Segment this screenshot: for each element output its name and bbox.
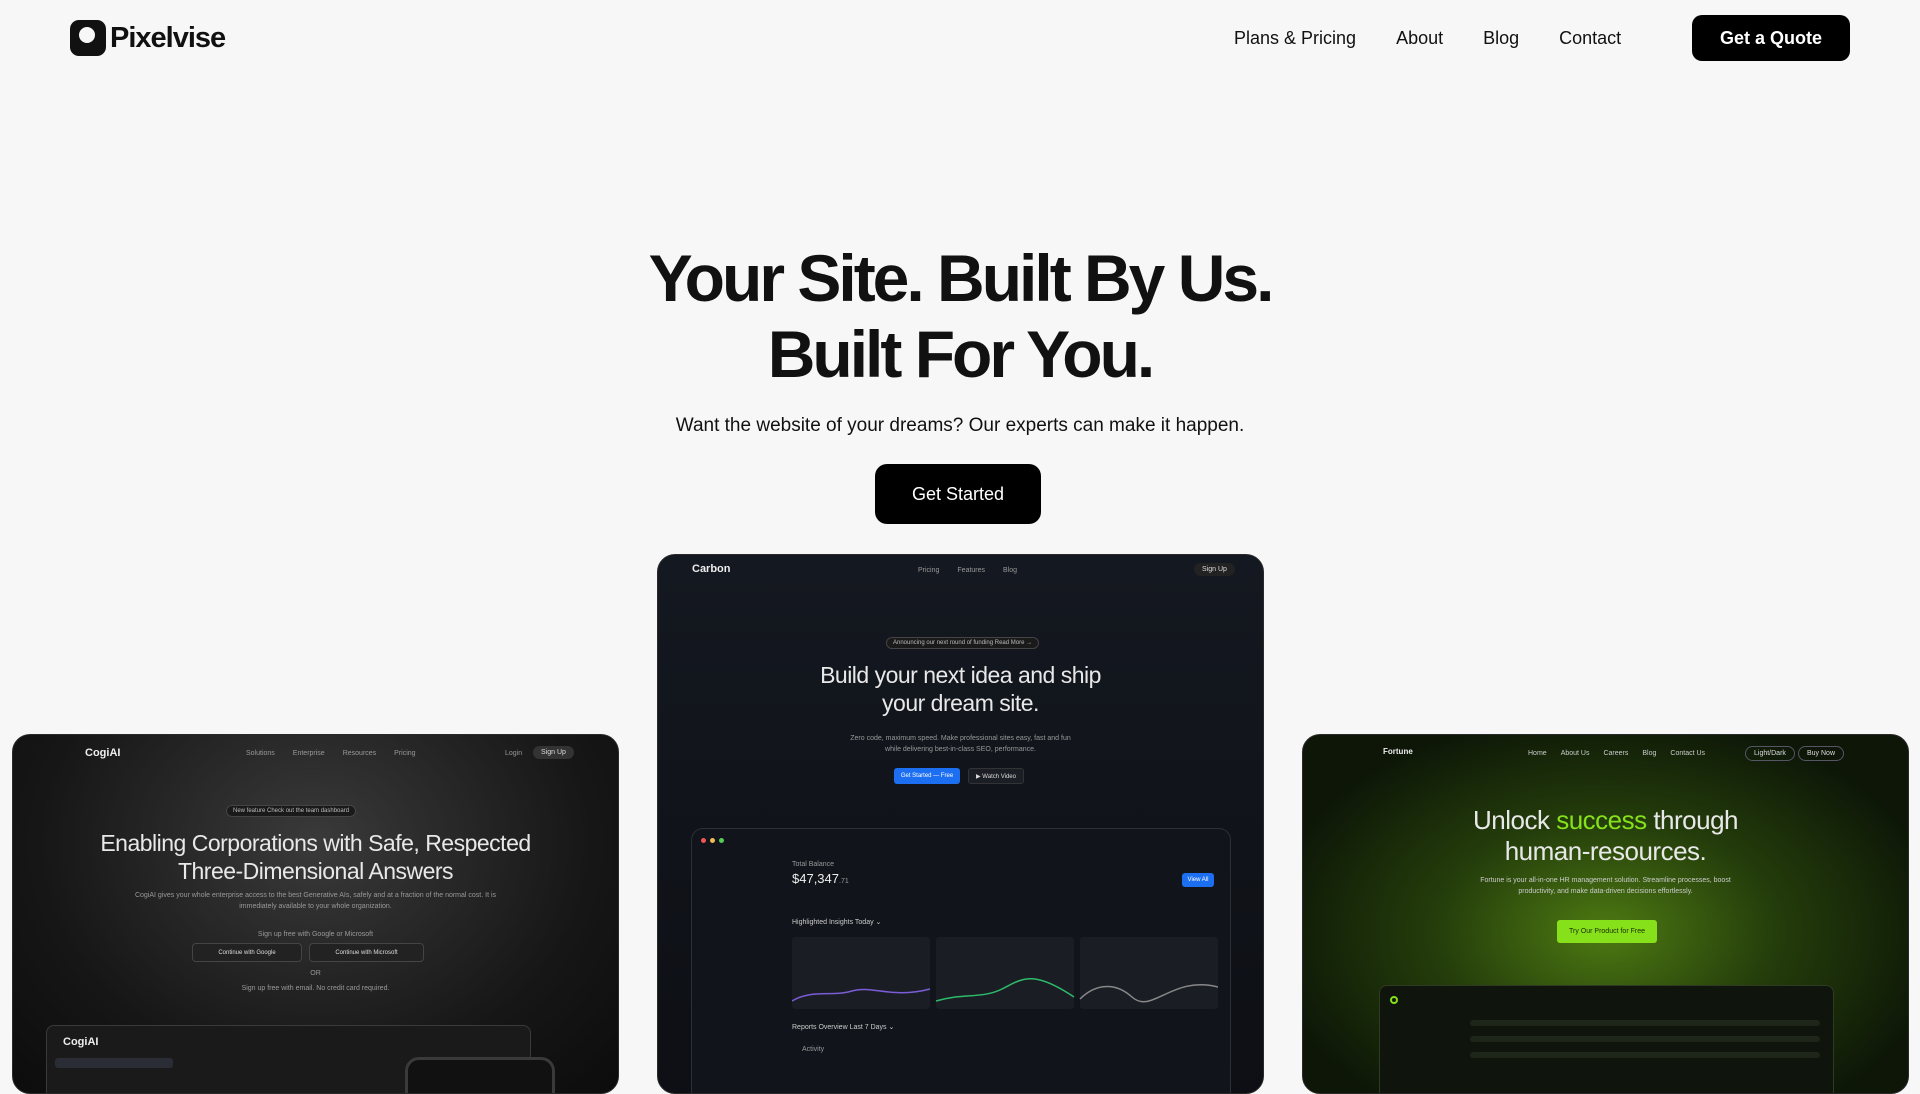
carbon-badge: Announcing our next round of funding Rea… (886, 637, 1040, 649)
cogiai-microsoft-button: Continue with Microsoft (309, 943, 424, 962)
carbon-body: Zero code, maximum speed. Make professio… (850, 735, 1071, 753)
carbon-nav-link: Pricing (918, 567, 940, 574)
window-dots (701, 838, 724, 843)
carbon-nav: Pricing Features Blog (918, 567, 1017, 574)
cogiai-nav-link: Enterprise (292, 750, 325, 757)
dash-reports: Reports Overview Last 7 Days ⌄ (792, 1024, 895, 1031)
hero-title-line2: Built For You. (767, 317, 1156, 391)
cogiai-email-hint: Sign up free with email. No credit card … (241, 985, 390, 992)
carbon-logo: Carbon (692, 563, 731, 575)
hero-subtitle: Want the website of your dreams? Our exp… (675, 415, 1245, 436)
fortune-nav-link: About Us (1560, 750, 1590, 757)
carbon-nav-link: Features (957, 567, 986, 574)
hero-title: Your Site. Built By Us. Built For You. (0, 240, 1920, 392)
brand-name: Pixelvise (110, 21, 226, 54)
fortune-body: Fortune is your all-in-one HR management… (1480, 877, 1731, 895)
cogiai-nav: Solutions Enterprise Resources Pricing (246, 750, 416, 757)
cogiai-logo: CogiAI (85, 747, 121, 759)
showcase-card-carbon[interactable]: Carbon Pricing Features Blog Sign Up Ann… (657, 554, 1264, 1094)
nav-plans-pricing[interactable]: Plans & Pricing (1234, 28, 1356, 49)
hero-title-line1: Your Site. Built By Us. (648, 241, 1275, 315)
fortune-nav-link: Home (1528, 750, 1547, 757)
nav-blog[interactable]: Blog (1483, 28, 1519, 49)
fortune-nav-link: Blog (1642, 750, 1657, 757)
fortune-nav-link: Careers (1603, 750, 1629, 757)
nav-contact[interactable]: Contact (1559, 28, 1621, 49)
dash-label: Total Balance (792, 861, 835, 868)
fortune-title-accent: success (1556, 805, 1647, 835)
dash-sparklines (792, 978, 1218, 1003)
fortune-app-preview (1379, 985, 1834, 1093)
fortune-logo: Fortune (1383, 747, 1413, 756)
dash-activity: Activity (802, 1046, 825, 1053)
cogiai-phone-preview (405, 1057, 555, 1093)
carbon-dashboard-preview: Total Balance $47,347.71 View All Highli… (691, 828, 1231, 1093)
get-started-button[interactable]: Get Started (875, 464, 1041, 524)
carbon-nav-link: Blog (1003, 567, 1018, 574)
cogiai-login: Login (505, 750, 523, 757)
carbon-signup: Sign Up (1194, 563, 1235, 576)
brand-logo[interactable]: Pixelvise (70, 20, 226, 56)
cogiai-google-button: Continue with Google (192, 943, 302, 962)
cogiai-nav-link: Resources (342, 750, 377, 757)
cogiai-signup: Sign Up (533, 746, 574, 759)
cogiai-signup-hint: Sign up free with Google or Microsoft (257, 931, 374, 938)
showcase-card-fortune[interactable]: Fortune Home About Us Careers Blog Conta… (1302, 734, 1909, 1094)
dash-insights: Highlighted Insights Today ⌄ (792, 919, 882, 926)
showcase-card-cogiai[interactable]: CogiAI Solutions Enterprise Resources Pr… (12, 734, 619, 1094)
cogiai-body: CogiAI gives your whole enterprise acces… (134, 892, 497, 910)
cogiai-or: OR (310, 970, 321, 977)
nav-about[interactable]: About (1396, 28, 1443, 49)
fortune-title: Unlock success through human-resources. (1472, 805, 1739, 866)
fortune-buy-now: Buy Now (1798, 746, 1845, 761)
get-quote-button[interactable]: Get a Quote (1692, 15, 1850, 61)
carbon-secondary-cta: ▶ Watch Video (968, 768, 1024, 784)
carbon-primary-cta: Get Started — Free (894, 768, 960, 784)
cogiai-badge: New feature Check out the team dashboard (226, 805, 357, 817)
cogiai-nav-link: Solutions (246, 750, 275, 757)
fortune-nav-link: Contact Us (1670, 750, 1706, 757)
fortune-app-icon (1390, 996, 1398, 1004)
carbon-title: Build your next idea and ship your dream… (820, 662, 1101, 716)
cogiai-nav-link: Pricing (394, 750, 416, 757)
fortune-nav: Home About Us Careers Blog Contact Us (1528, 750, 1705, 757)
cogiai-app-logo: CogiAI (63, 1036, 99, 1048)
fortune-cta: Try Our Product for Free (1557, 920, 1657, 943)
main-nav: Plans & Pricing About Blog Contact (1234, 26, 1661, 50)
fortune-toggle: Light/Dark (1745, 746, 1795, 761)
dash-view-all: View All (1182, 873, 1214, 887)
dash-value: $47,347.71 (792, 871, 849, 886)
logo-icon (70, 20, 106, 56)
cogiai-title: Enabling Corporations with Safe, Respect… (100, 830, 531, 884)
